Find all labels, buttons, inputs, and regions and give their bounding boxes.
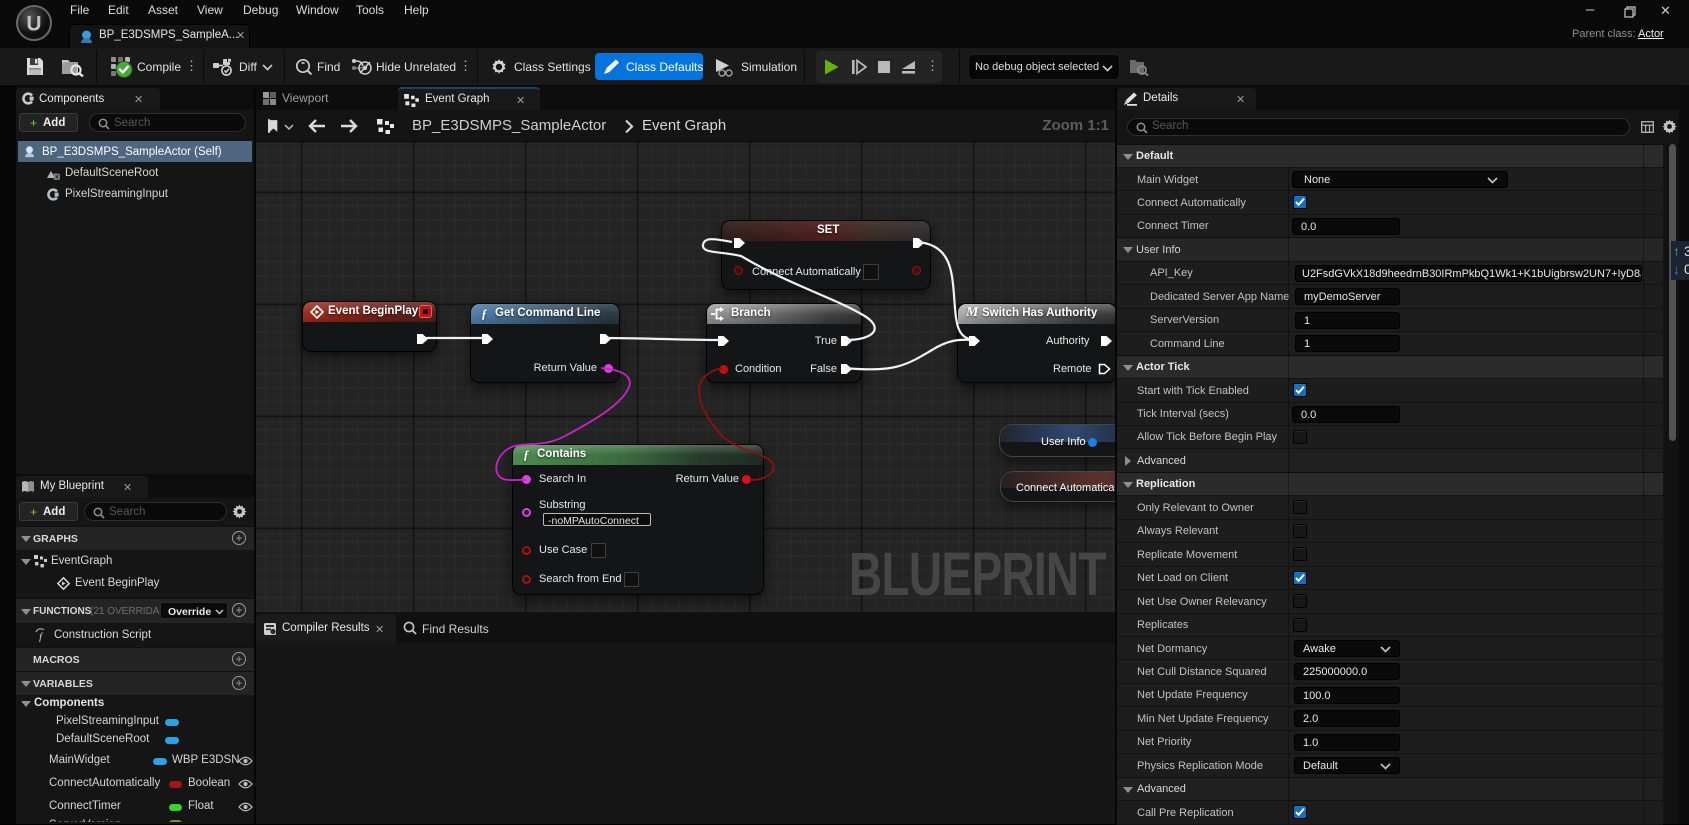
svg-text:f: f <box>39 631 44 642</box>
svg-text:U: U <box>26 13 41 36</box>
svg-text:EH: EH <box>55 175 60 180</box>
